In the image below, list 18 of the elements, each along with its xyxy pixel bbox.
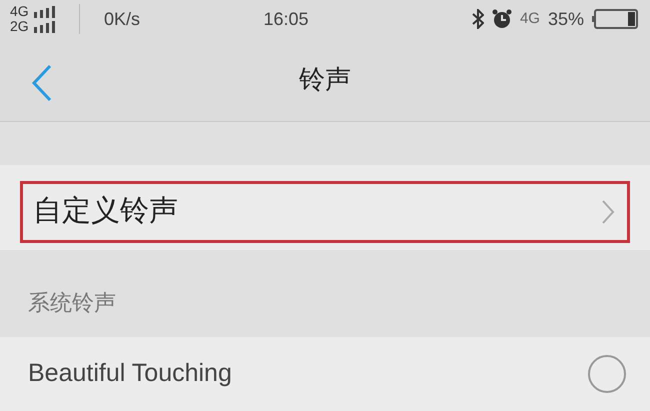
radio-button[interactable] (588, 355, 626, 393)
chevron-right-icon (601, 199, 615, 225)
battery-percent: 35% (548, 8, 584, 30)
ringtone-item[interactable]: Beautiful Touching (0, 337, 650, 411)
network-type: 2G (10, 19, 29, 34)
network-speed: 0K/s (104, 8, 140, 30)
alarm-icon (492, 9, 512, 29)
signal-icon (34, 6, 56, 18)
bluetooth-icon (472, 9, 484, 29)
custom-ringtone-item[interactable]: 自定义铃声 (20, 181, 630, 243)
network-type: 4G (520, 8, 540, 29)
network-type: 4G (10, 4, 29, 19)
page-title: 铃声 (299, 63, 351, 96)
clock-time: 16:05 (262, 8, 310, 30)
signal-icon (34, 20, 56, 32)
back-icon[interactable] (30, 64, 54, 102)
section-title: 系统铃声 (28, 289, 116, 317)
battery-icon (592, 9, 638, 29)
